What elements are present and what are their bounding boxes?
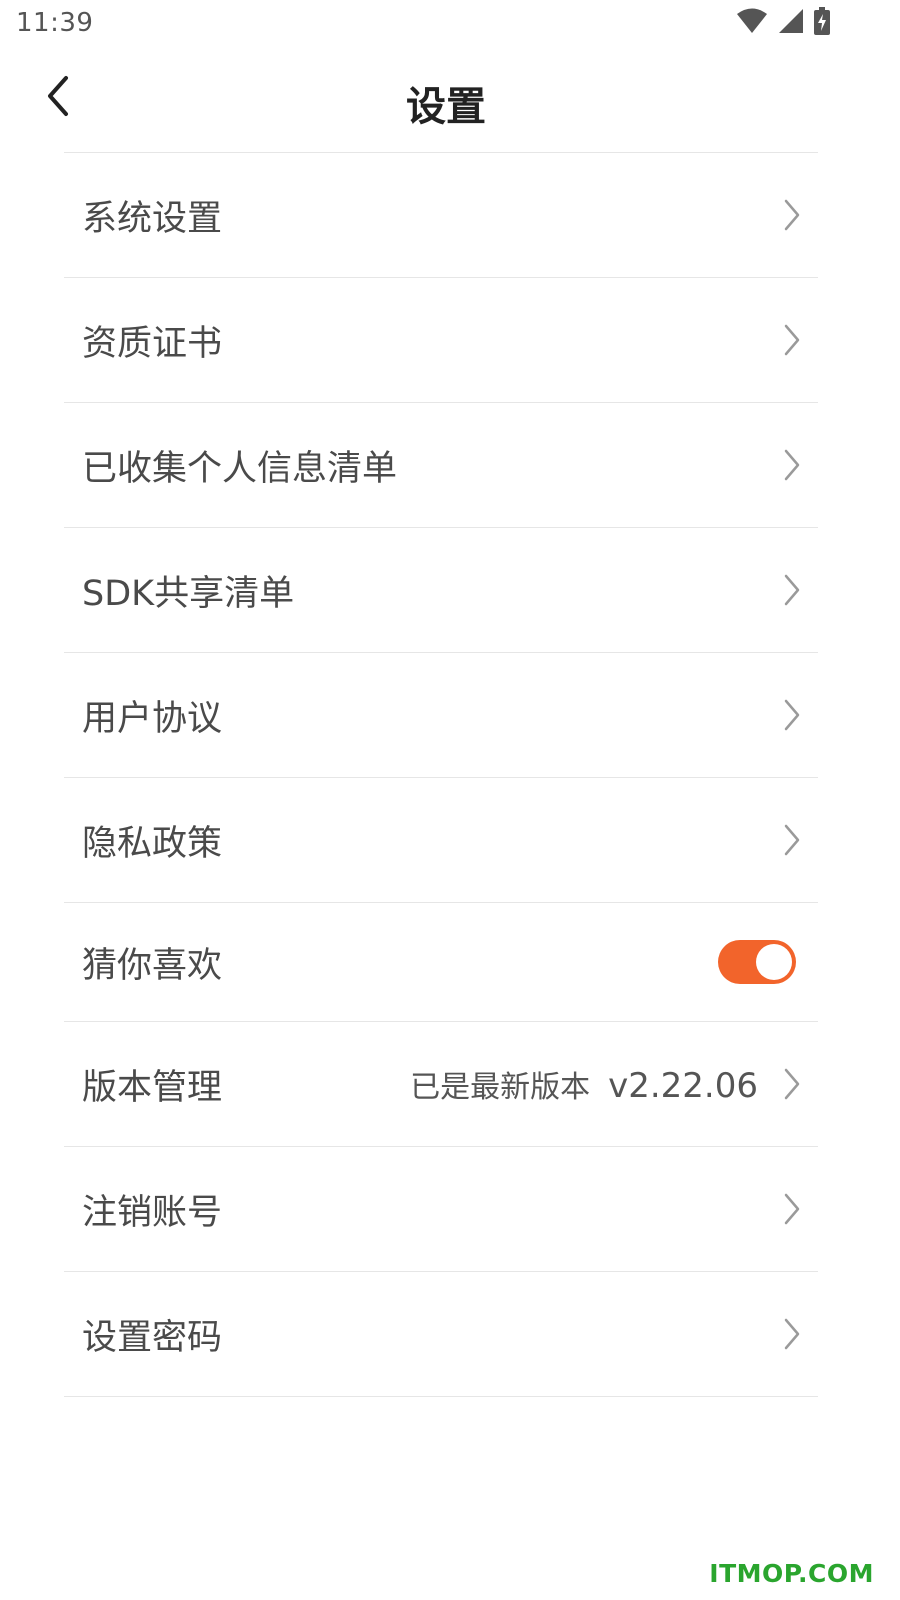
menu-item-label: 已收集个人信息清单 <box>82 448 398 489</box>
menu-item-label: 资质证书 <box>82 323 223 364</box>
menu-item-label: 系统设置 <box>82 198 223 239</box>
status-icons <box>736 7 830 39</box>
menu-item-label: 版本管理 <box>82 1067 223 1108</box>
menu-item-version-management[interactable]: 版本管理 已是最新版本 v2.22.06 <box>64 1022 818 1147</box>
menu-item-set-password[interactable]: 设置密码 <box>64 1272 818 1397</box>
chevron-right-icon <box>784 574 800 606</box>
chevron-right-icon <box>784 1318 800 1350</box>
toggle-knob <box>756 944 792 980</box>
menu-item-label: 猜你喜欢 <box>82 945 223 986</box>
battery-charging-icon <box>814 7 830 39</box>
version-info: 已是最新版本 v2.22.06 <box>410 1062 758 1106</box>
menu-item-cancel-account[interactable]: 注销账号 <box>64 1147 818 1272</box>
version-status: 已是最新版本 <box>410 1070 591 1105</box>
chevron-right-icon <box>784 1193 800 1225</box>
menu-item-label: 隐私政策 <box>82 823 223 864</box>
cellular-signal-icon <box>778 8 804 38</box>
chevron-right-icon <box>784 324 800 356</box>
menu-item-privacy-policy[interactable]: 隐私政策 <box>64 778 818 903</box>
menu-item-label: 设置密码 <box>82 1317 223 1358</box>
chevron-right-icon <box>784 199 800 231</box>
watermark: ITMOP.COM <box>709 1559 874 1588</box>
settings-list: 系统设置 资质证书 已收集个人信息清单 SDK共享清单 用户协议 隐私政策 猜你… <box>64 153 818 1397</box>
status-time: 11:39 <box>16 8 94 38</box>
recommendations-toggle[interactable] <box>718 940 796 984</box>
version-number: v2.22.06 <box>608 1066 758 1106</box>
chevron-right-icon <box>784 824 800 856</box>
menu-item-label: 注销账号 <box>82 1192 223 1233</box>
menu-item-sdk-sharing-list[interactable]: SDK共享清单 <box>64 528 818 653</box>
header: 设置 <box>0 60 900 152</box>
menu-item-label: 用户协议 <box>82 698 223 739</box>
menu-item-personal-info-list[interactable]: 已收集个人信息清单 <box>64 403 818 528</box>
status-bar: 11:39 <box>0 0 900 48</box>
wifi-icon <box>736 8 768 38</box>
menu-item-label: SDK共享清单 <box>82 573 295 614</box>
chevron-right-icon <box>784 699 800 731</box>
page-title: 设置 <box>406 84 486 130</box>
chevron-right-icon <box>784 1068 800 1100</box>
menu-item-user-agreement[interactable]: 用户协议 <box>64 653 818 778</box>
menu-item-qualification-certificates[interactable]: 资质证书 <box>64 278 818 403</box>
menu-item-system-settings[interactable]: 系统设置 <box>64 153 818 278</box>
chevron-right-icon <box>784 449 800 481</box>
menu-item-recommendations: 猜你喜欢 <box>64 903 818 1022</box>
